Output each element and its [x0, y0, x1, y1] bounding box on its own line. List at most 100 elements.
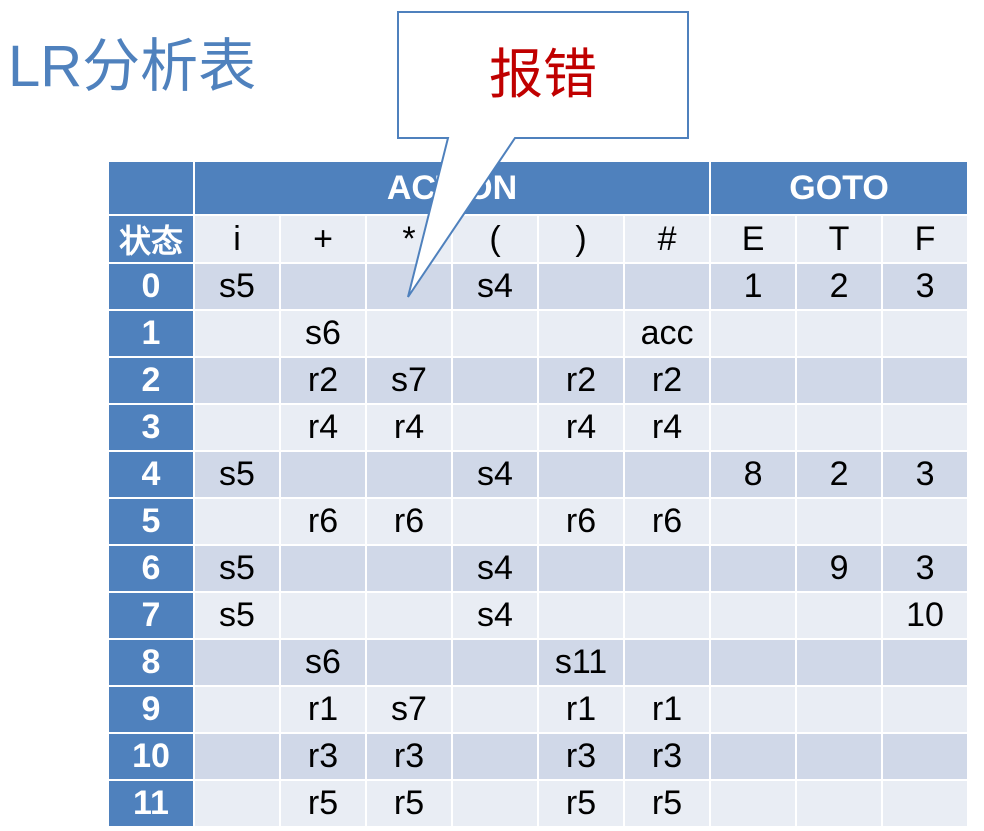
- action-cell: r4: [624, 404, 712, 452]
- goto-cell: [796, 639, 884, 687]
- action-cell: r5: [366, 780, 453, 828]
- state-cell: 3: [109, 404, 195, 452]
- action-cell: [280, 592, 367, 640]
- action-cell: [452, 404, 539, 452]
- symbol-header-cell: #: [624, 215, 712, 264]
- goto-cell: [882, 404, 970, 452]
- symbol-header-cell: *: [366, 215, 453, 264]
- table-row: 11 r5 r5 r5 r5: [109, 780, 970, 828]
- action-cell: [366, 639, 453, 687]
- state-cell: 7: [109, 592, 195, 640]
- state-cell: 5: [109, 498, 195, 546]
- action-cell: r4: [538, 404, 625, 452]
- action-cell: [366, 263, 453, 311]
- table-row: 4 s5 s4 8 2 3: [109, 451, 970, 499]
- state-cell: 6: [109, 545, 195, 593]
- action-cell: [280, 545, 367, 593]
- action-cell: r6: [280, 498, 367, 546]
- action-cell: s6: [280, 639, 367, 687]
- goto-cell: 10: [882, 592, 970, 640]
- goto-cell: [710, 357, 798, 405]
- action-cell: r5: [624, 780, 712, 828]
- goto-cell: [882, 780, 970, 828]
- goto-cell: [710, 639, 798, 687]
- action-cell: s7: [366, 357, 453, 405]
- goto-cell: 9: [796, 545, 884, 593]
- table-row: 10 r3 r3 r3 r3: [109, 733, 970, 781]
- action-cell: r2: [538, 357, 625, 405]
- action-cell: [538, 310, 625, 358]
- action-cell: [624, 545, 712, 593]
- action-cell: r4: [280, 404, 367, 452]
- action-cell: [280, 451, 367, 499]
- action-cell: [366, 545, 453, 593]
- table-row: 9 r1 s7 r1 r1: [109, 686, 970, 734]
- goto-cell: [710, 592, 798, 640]
- goto-cell: [882, 733, 970, 781]
- symbol-header-row: 状态 i + *() # E T F: [109, 215, 970, 264]
- goto-cell: [796, 686, 884, 734]
- symbol-header-cell: (: [452, 215, 539, 264]
- corner-cell: [109, 162, 195, 216]
- symbol-header-cell: ): [538, 215, 625, 264]
- goto-cell: [710, 545, 798, 593]
- action-cell: [194, 780, 281, 828]
- action-cell: [194, 310, 281, 358]
- action-cell: [366, 451, 453, 499]
- table-body: 0 s5 s4 1 2 3 1 s6 acc 2 r2 s7 r2 r2 3 r4 r4 r4 r4 4 s5 s4 8 2 3…: [109, 263, 970, 828]
- action-cell: [366, 592, 453, 640]
- action-cell: r1: [280, 686, 367, 734]
- action-cell: s11: [538, 639, 625, 687]
- action-header: ACTION: [194, 162, 712, 216]
- action-cell: s5: [194, 545, 281, 593]
- symbol-header-cell: T: [796, 215, 884, 264]
- action-cell: [538, 451, 625, 499]
- goto-cell: [882, 686, 970, 734]
- action-cell: acc: [624, 310, 712, 358]
- action-cell: r1: [624, 686, 712, 734]
- state-header: 状态: [109, 215, 195, 264]
- action-cell: r6: [366, 498, 453, 546]
- state-cell: 11: [109, 780, 195, 828]
- action-cell: [538, 263, 625, 311]
- action-cell: [538, 545, 625, 593]
- symbol-header-cell: F: [882, 215, 970, 264]
- goto-cell: 2: [796, 451, 884, 499]
- goto-cell: [710, 733, 798, 781]
- action-cell: [452, 498, 539, 546]
- action-cell: s4: [452, 592, 539, 640]
- goto-cell: 3: [882, 263, 970, 311]
- action-cell: [452, 733, 539, 781]
- action-cell: [452, 310, 539, 358]
- action-cell: [624, 263, 712, 311]
- goto-cell: [710, 404, 798, 452]
- state-cell: 1: [109, 310, 195, 358]
- goto-cell: 3: [882, 451, 970, 499]
- goto-header: GOTO: [710, 162, 970, 216]
- action-cell: r2: [624, 357, 712, 405]
- action-cell: [452, 780, 539, 828]
- group-header-row: ACTION GOTO: [109, 162, 970, 216]
- action-cell: [624, 639, 712, 687]
- action-cell: [194, 639, 281, 687]
- action-cell: [194, 404, 281, 452]
- action-cell: r6: [538, 498, 625, 546]
- action-cell: s4: [452, 545, 539, 593]
- goto-cell: 1: [710, 263, 798, 311]
- goto-cell: [796, 592, 884, 640]
- table-row: 7 s5 s4 10: [109, 592, 970, 640]
- goto-cell: [796, 310, 884, 358]
- table-row: 0 s5 s4 1 2 3: [109, 263, 970, 311]
- table-row: 3 r4 r4 r4 r4: [109, 404, 970, 452]
- goto-cell: [710, 780, 798, 828]
- action-cell: s5: [194, 263, 281, 311]
- goto-cell: [882, 310, 970, 358]
- action-cell: s4: [452, 451, 539, 499]
- action-cell: s5: [194, 592, 281, 640]
- goto-cell: [882, 357, 970, 405]
- goto-cell: [796, 733, 884, 781]
- slide-title: LR分析表: [8, 34, 257, 99]
- state-cell: 0: [109, 263, 195, 311]
- goto-cell: 3: [882, 545, 970, 593]
- goto-cell: [796, 404, 884, 452]
